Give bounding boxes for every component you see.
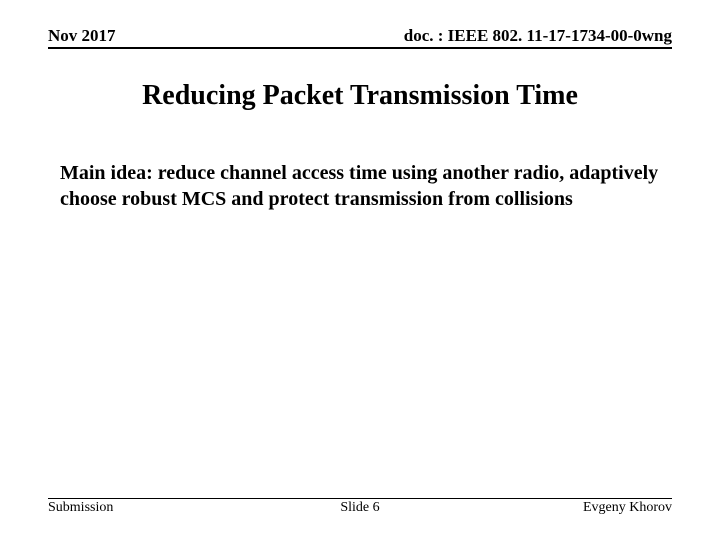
header: Nov 2017 doc. : IEEE 802. 11-17-1734-00-… — [48, 26, 672, 49]
header-date: Nov 2017 — [48, 26, 116, 46]
footer-left: Submission — [48, 500, 113, 516]
header-doc: doc. : IEEE 802. 11-17-1734-00-0wng — [404, 26, 672, 46]
footer-slide-number: Slide 6 — [48, 500, 672, 516]
footer-author: Evgeny Khorov — [583, 500, 672, 516]
page-title: Reducing Packet Transmission Time — [48, 80, 672, 112]
footer: Submission Slide 6 Evgeny Khorov — [48, 498, 672, 516]
main-idea-text: Main idea: reduce channel access time us… — [60, 160, 660, 212]
